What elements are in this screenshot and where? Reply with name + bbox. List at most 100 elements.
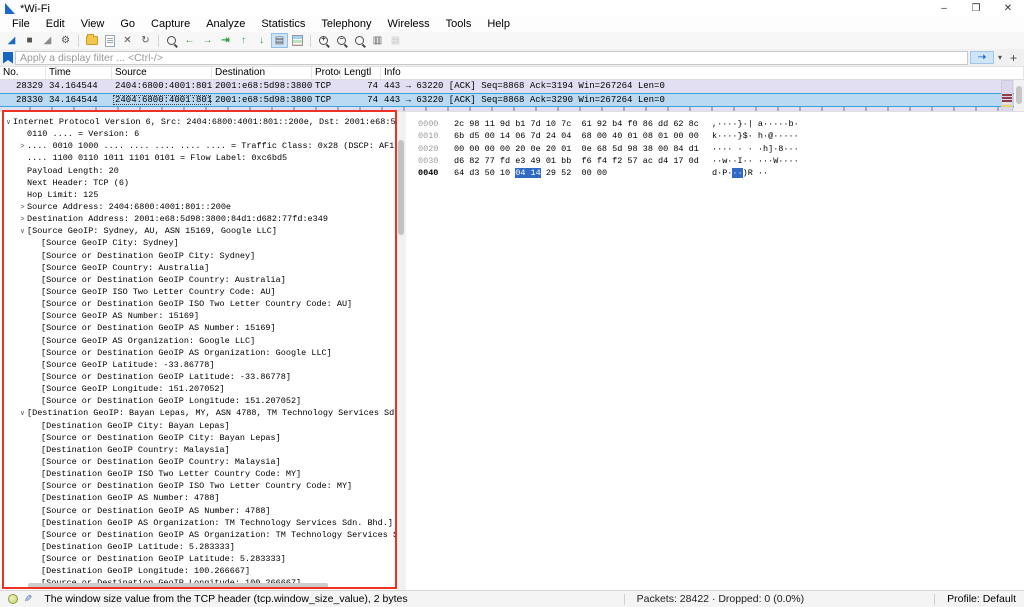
detail-line[interactable]: [Source GeoIP AS Number: 15169]	[0, 310, 397, 322]
go-last-packet-icon[interactable]: ↓	[253, 33, 270, 48]
minimize-button[interactable]: –	[928, 0, 960, 17]
detail-line[interactable]: [Source or Destination GeoIP City: Sydne…	[0, 250, 397, 262]
resize-columns-icon[interactable]: ▥	[369, 33, 386, 48]
detail-line[interactable]: Hop Limit: 125	[0, 189, 397, 201]
detail-line[interactable]: [Source or Destination GeoIP Latitude: -…	[0, 371, 397, 383]
detail-line[interactable]: [Source or Destination GeoIP AS Number: …	[0, 505, 397, 517]
detail-line[interactable]: [Source or Destination GeoIP AS Number: …	[0, 322, 397, 334]
capture-options-icon[interactable]: ⚙	[57, 33, 74, 48]
detail-line[interactable]: [Destination GeoIP Latitude: 5.283333]	[0, 541, 397, 553]
status-profile[interactable]: Profile: Default	[939, 593, 1024, 605]
expander-closed-icon[interactable]: >	[18, 202, 27, 213]
expander-closed-icon[interactable]: >	[18, 214, 27, 225]
detail-line[interactable]: [Source or Destination GeoIP AS Organiza…	[0, 529, 397, 541]
menu-item-capture[interactable]: Capture	[143, 17, 198, 32]
hex-row[interactable]: 00106b d5 00 14 06 7d 24 04 68 00 40 01 …	[418, 130, 1024, 142]
filter-dropdown-caret[interactable]: ▾	[996, 53, 1004, 62]
detail-line[interactable]: Payload Length: 20	[0, 165, 397, 177]
hex-row[interactable]: 002000 00 00 00 20 0e 20 01 0e 68 5d 98 …	[418, 143, 1024, 155]
expander-open-icon[interactable]: ∨	[4, 117, 13, 128]
detail-line[interactable]: [Source or Destination GeoIP Latitude: 5…	[0, 553, 397, 565]
menu-item-help[interactable]: Help	[479, 17, 518, 32]
detail-line[interactable]: [Destination GeoIP ISO Two Letter Countr…	[0, 468, 397, 480]
menu-item-file[interactable]: File	[4, 17, 38, 32]
detail-line[interactable]: ∨[Source GeoIP: Sydney, AU, ASN 15169, G…	[0, 225, 397, 237]
detail-line[interactable]: .... 1100 0110 1011 1101 0101 = Flow Lab…	[0, 152, 397, 164]
detail-vertical-scrollbar[interactable]	[397, 111, 406, 591]
start-capture-icon[interactable]: ◢	[3, 33, 20, 48]
go-back-icon[interactable]: ←	[181, 33, 198, 48]
open-file-icon[interactable]	[83, 33, 100, 48]
detail-line[interactable]: >.... 0010 1000 .... .... .... .... ....…	[0, 140, 397, 152]
expander-closed-icon[interactable]: >	[18, 141, 27, 152]
go-forward-icon[interactable]: →	[199, 33, 216, 48]
detail-line[interactable]: [Source GeoIP Longitude: 151.207052]	[0, 383, 397, 395]
close-file-icon[interactable]: ✕	[119, 33, 136, 48]
detail-line[interactable]: [Source GeoIP Country: Australia]	[0, 262, 397, 274]
packet-row[interactable]: 2832934.1645442404:6800:4001:801:…2001:e…	[0, 80, 1024, 93]
detail-line[interactable]: ∨Internet Protocol Version 6, Src: 2404:…	[0, 116, 397, 128]
display-filter-input[interactable]	[15, 51, 968, 65]
detail-horizontal-scrollbar[interactable]	[28, 583, 328, 588]
expander-open-icon[interactable]: ∨	[18, 408, 27, 419]
add-filter-button[interactable]: +	[1006, 51, 1021, 65]
column-header-no[interactable]: No.	[0, 67, 46, 79]
go-first-packet-icon[interactable]: ↑	[235, 33, 252, 48]
detail-line[interactable]: [Destination GeoIP AS Organization: TM T…	[0, 517, 397, 529]
detail-line[interactable]: [Source or Destination GeoIP ISO Two Let…	[0, 298, 397, 310]
expander-open-icon[interactable]: ∨	[18, 226, 27, 237]
apply-filter-button[interactable]: ➝	[970, 51, 994, 64]
colorize-packets-icon[interactable]	[289, 33, 306, 48]
auto-scroll-icon[interactable]: ▤	[271, 33, 288, 48]
column-header-protocol[interactable]: Protocol	[312, 67, 341, 79]
detail-line[interactable]: [Source GeoIP City: Sydney]	[0, 237, 397, 249]
reload-file-icon[interactable]: ↻	[137, 33, 154, 48]
menu-item-go[interactable]: Go	[112, 17, 143, 32]
menu-item-view[interactable]: View	[73, 17, 113, 32]
detail-line[interactable]: >Source Address: 2404:6800:4001:801::200…	[0, 201, 397, 213]
menu-item-wireless[interactable]: Wireless	[380, 17, 438, 32]
filter-bookmark-icon[interactable]	[3, 52, 13, 64]
detail-line[interactable]: Next Header: TCP (6)	[0, 177, 397, 189]
menu-item-tools[interactable]: Tools	[438, 17, 480, 32]
maximize-button[interactable]: ❐	[960, 0, 992, 17]
menu-item-edit[interactable]: Edit	[38, 17, 73, 32]
detail-line[interactable]: [Source GeoIP AS Organization: Google LL…	[0, 335, 397, 347]
close-button[interactable]: ✕	[992, 0, 1024, 17]
detail-line[interactable]: [Source or Destination GeoIP Longitude: …	[0, 395, 397, 407]
detail-line[interactable]: [Source or Destination GeoIP City: Bayan…	[0, 432, 397, 444]
hex-row[interactable]: 00002c 98 11 9d b1 7d 10 7c 61 92 b4 f0 …	[418, 118, 1024, 130]
restart-capture-icon[interactable]: ◢	[39, 33, 56, 48]
save-file-icon[interactable]	[101, 33, 118, 48]
zoom-out-icon[interactable]: −	[333, 33, 350, 48]
packet-row[interactable]: 2833034.1645442404:6800:4001:801:…2001:e…	[0, 93, 1024, 107]
detail-line[interactable]: [Source or Destination GeoIP Country: Au…	[0, 274, 397, 286]
detail-line[interactable]: >Destination Address: 2001:e68:5d98:3800…	[0, 213, 397, 225]
hex-row[interactable]: 004064 d3 50 10 04 14 29 52 00 00d·P···)…	[418, 167, 1024, 179]
hex-row[interactable]: 0030d6 82 77 fd e3 49 01 bb f6 f4 f2 57 …	[418, 155, 1024, 167]
menu-item-telephony[interactable]: Telephony	[313, 17, 379, 32]
detail-line[interactable]: [Source GeoIP ISO Two Letter Country Cod…	[0, 286, 397, 298]
detail-line[interactable]: [Destination GeoIP Longitude: 100.266667…	[0, 565, 397, 577]
detail-line[interactable]: [Source or Destination GeoIP Country: Ma…	[0, 456, 397, 468]
column-header-lengtl[interactable]: Lengtl	[341, 67, 381, 79]
detail-line[interactable]: [Source GeoIP Latitude: -33.86778]	[0, 359, 397, 371]
detail-line[interactable]: 0110 .... = Version: 6	[0, 128, 397, 140]
zoom-reset-icon[interactable]	[351, 33, 368, 48]
column-header-destination[interactable]: Destination	[212, 67, 312, 79]
column-header-time[interactable]: Time	[46, 67, 112, 79]
capture-comment-icon[interactable]: ✎	[24, 594, 32, 605]
detail-line[interactable]: [Destination GeoIP City: Bayan Lepas]	[0, 420, 397, 432]
column-header-info[interactable]: Info	[381, 67, 1024, 79]
go-to-packet-icon[interactable]: ⇥	[217, 33, 234, 48]
detail-line[interactable]: [Source or Destination GeoIP AS Organiza…	[0, 347, 397, 359]
detail-line[interactable]: [Destination GeoIP AS Number: 4788]	[0, 492, 397, 504]
menu-item-analyze[interactable]: Analyze	[198, 17, 253, 32]
packet-minimap[interactable]	[1001, 80, 1013, 112]
stop-capture-icon[interactable]: ■	[21, 33, 38, 48]
find-packet-icon[interactable]	[163, 33, 180, 48]
detail-line[interactable]: ∨[Destination GeoIP: Bayan Lepas, MY, AS…	[0, 407, 397, 419]
zoom-in-icon[interactable]: +	[315, 33, 332, 48]
detail-line[interactable]: [Source or Destination GeoIP ISO Two Let…	[0, 480, 397, 492]
menu-item-statistics[interactable]: Statistics	[253, 17, 313, 32]
